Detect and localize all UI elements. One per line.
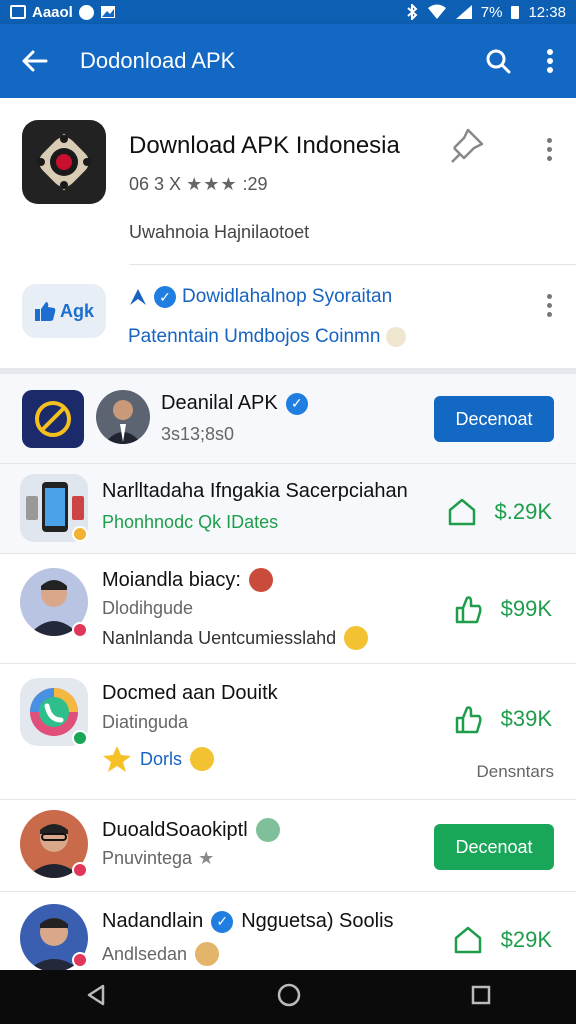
list-item[interactable]: Nadandlain ✓ Ngguetsa) Soolis Andlsedan … bbox=[0, 892, 576, 970]
square-recents-icon bbox=[471, 985, 491, 1004]
list-item-description: Nanlnlanda Uentcumiesslahd bbox=[102, 626, 369, 650]
list-item-title: Narlltadaha Ifngakia Sacerpciahan bbox=[102, 480, 408, 502]
thumbs-up-icon bbox=[34, 302, 56, 321]
nav-recents-button[interactable] bbox=[470, 984, 492, 1011]
list-item-title: Moiandla biacy: bbox=[102, 568, 273, 592]
app-bar: Dodonload APK bbox=[0, 24, 576, 98]
overflow-menu-button[interactable] bbox=[524, 49, 576, 73]
promo-line-1[interactable]: ✓ Dowidlahalnop Syoraitan bbox=[128, 286, 392, 308]
list-item-title: DuoaldSoaokiptl bbox=[102, 818, 280, 842]
emoji-icon bbox=[190, 747, 215, 771]
star-icon bbox=[103, 746, 131, 772]
list-item-title: Nadandlain ✓ Ngguetsa) Soolis bbox=[102, 910, 394, 933]
app-more-button[interactable] bbox=[539, 138, 559, 161]
system-nav-bar bbox=[0, 970, 576, 1024]
thumb-icon bbox=[455, 706, 482, 734]
list-item-subtitle: Andlsedan bbox=[102, 942, 220, 966]
badge-icon bbox=[72, 526, 88, 542]
promo-line-2[interactable]: Patenntain Umdbojos Coinmn bbox=[128, 326, 407, 348]
notification-icon bbox=[10, 5, 26, 19]
compass-icon bbox=[35, 401, 71, 437]
list-item[interactable]: Docmed aan Douitk Diatinguda Dorls $39K … bbox=[0, 664, 576, 800]
signal-icon bbox=[455, 5, 472, 19]
list-item-subtitle: Diatinguda bbox=[102, 712, 189, 732]
triangle-back-icon bbox=[87, 984, 105, 1005]
status-left-text: Аaaol bbox=[32, 3, 73, 21]
promo-line-2-text: Patenntain Umdbojos Coinmn bbox=[128, 326, 381, 347]
badge-icon bbox=[72, 730, 88, 746]
list-item[interactable]: Narlltadaha Ifngakia Sacerpciahan Phonhn… bbox=[0, 464, 576, 554]
nav-home-button[interactable] bbox=[276, 982, 302, 1013]
list-item-price: $99K bbox=[453, 594, 552, 624]
rating-stars: ★★★ bbox=[186, 174, 238, 194]
wifi-icon bbox=[427, 4, 446, 19]
app-header-card: Download APK Indonesia 06 3 X ★★★ :29 Uw… bbox=[0, 98, 576, 368]
rating-prefix: 06 3 X bbox=[129, 174, 182, 194]
badge-icon bbox=[72, 622, 88, 638]
compass-app-icon bbox=[22, 390, 84, 448]
divider bbox=[129, 264, 576, 265]
arrow-icon bbox=[130, 289, 146, 305]
circle-home-icon bbox=[277, 983, 301, 1006]
star-icon: ★ bbox=[198, 848, 215, 868]
app-icon[interactable] bbox=[22, 120, 106, 204]
list-item[interactable]: DuoaldSoaokiptl Pnuvintega ★ Decenoat bbox=[0, 800, 576, 892]
search-button[interactable] bbox=[472, 48, 524, 74]
list-item-price: $29K bbox=[453, 926, 552, 954]
avatar bbox=[96, 390, 150, 444]
arrow-left-icon bbox=[22, 50, 48, 72]
list-item-subtitle: Phonhnodc Qk IDates bbox=[102, 512, 279, 532]
list-item-title: Docmed aan Douitk bbox=[102, 682, 278, 704]
list-item[interactable]: Moiandla biacy: Dlodihgude Nanlnlanda Ue… bbox=[0, 554, 576, 664]
verified-icon: ✓ bbox=[211, 910, 234, 933]
sync-icon bbox=[78, 4, 94, 20]
status-bar: Аaaol 7% 12:38 bbox=[0, 0, 576, 24]
app-developer: Uwahnoia Hajnilaotoet bbox=[129, 222, 310, 242]
list-item-subtitle: Pnuvintega ★ bbox=[102, 848, 215, 868]
promo-more-button[interactable] bbox=[539, 294, 559, 317]
download-button[interactable]: Decenoat bbox=[434, 824, 554, 870]
list-item-price: $.29K bbox=[447, 498, 552, 526]
list-header-subtitle: 3s13;8s0 bbox=[161, 424, 235, 444]
bluetooth-icon bbox=[407, 4, 418, 20]
clock: 12:38 bbox=[528, 3, 566, 21]
list-header-row[interactable]: Deanilal APK ✓ 3s13;8s0 Decenoat bbox=[0, 374, 576, 464]
download-button[interactable]: Decenoat bbox=[434, 396, 554, 442]
promo-icon[interactable]: Agk bbox=[22, 284, 106, 338]
back-button[interactable] bbox=[0, 50, 70, 72]
app-title: Download APK Indonesia bbox=[129, 132, 400, 159]
app-bar-title: Dodonload APK bbox=[80, 48, 236, 73]
emoji-icon bbox=[248, 568, 273, 592]
emoji-icon bbox=[344, 626, 369, 650]
list-item-price: $39K bbox=[453, 704, 552, 734]
pin-button[interactable] bbox=[446, 126, 486, 171]
search-icon bbox=[486, 49, 511, 74]
emoji-icon bbox=[255, 818, 280, 842]
verified-icon: ✓ bbox=[285, 392, 308, 415]
more-vert-icon bbox=[547, 49, 553, 73]
rating-suffix: :29 bbox=[242, 174, 268, 194]
emoji-icon bbox=[195, 942, 220, 966]
badge-icon bbox=[72, 952, 88, 968]
home-icon bbox=[448, 498, 475, 526]
battery-icon bbox=[511, 6, 520, 19]
image-icon bbox=[100, 6, 115, 18]
verified-icon: ✓ bbox=[154, 286, 176, 308]
nav-back-button[interactable] bbox=[84, 983, 108, 1012]
list-item-subtitle: Dlodihgude bbox=[102, 598, 194, 618]
battery-text: 7% bbox=[480, 3, 503, 21]
promo-line-1-text: Dowidlahalnop Syoraitan bbox=[182, 286, 393, 307]
list-item-side-text[interactable]: Densntars bbox=[477, 762, 554, 782]
app-rating: 06 3 X ★★★ :29 bbox=[129, 174, 268, 195]
home-icon bbox=[454, 926, 481, 954]
emoji-icon bbox=[386, 327, 407, 347]
list-item-description: Dorls bbox=[102, 744, 215, 774]
app-logo-icon bbox=[37, 133, 91, 191]
list-header-title: Deanilal APK ✓ bbox=[161, 392, 308, 415]
promo-icon-label: Agk bbox=[59, 300, 94, 321]
badge-icon bbox=[72, 862, 88, 878]
app-list: Deanilal APK ✓ 3s13;8s0 Decenoat Narllta… bbox=[0, 374, 576, 970]
pin-icon bbox=[451, 128, 484, 163]
thumb-icon bbox=[455, 596, 482, 624]
